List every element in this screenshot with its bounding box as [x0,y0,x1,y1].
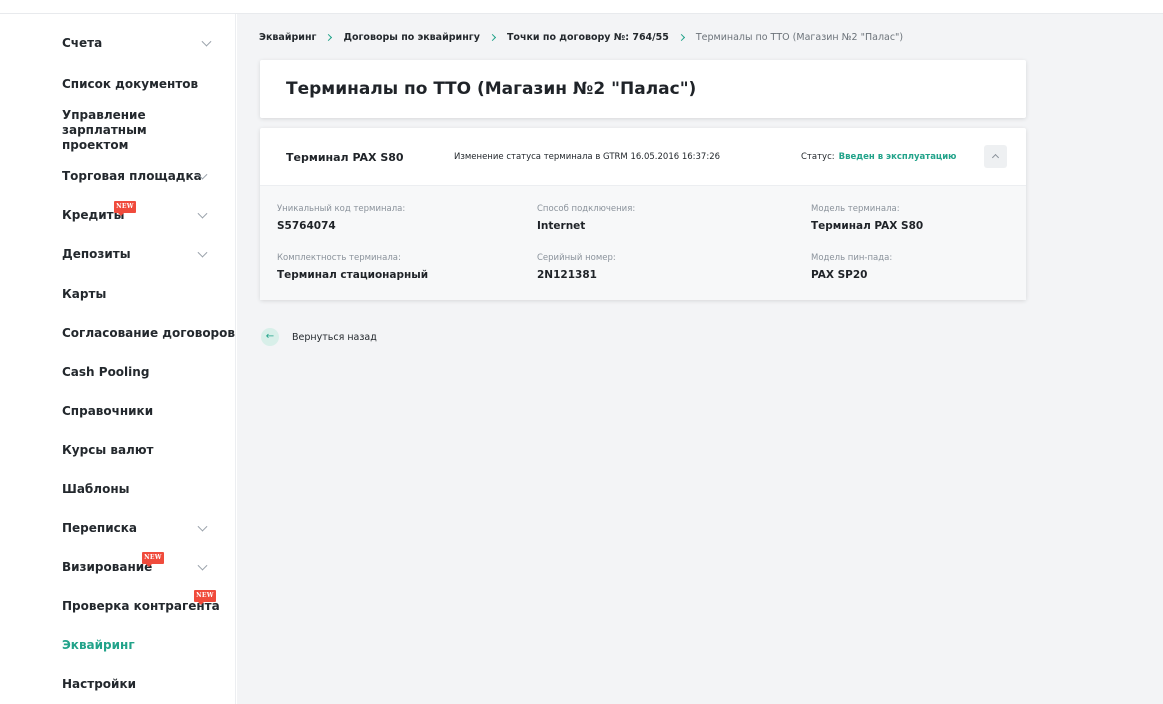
chevron-right-icon [488,33,496,41]
chevron-down-icon [197,560,208,571]
collapse-button[interactable] [984,145,1007,168]
chevron-right-icon [677,33,685,41]
sidebar-item-marketplace[interactable]: Торговая площадка [62,166,218,186]
main-content: Эквайринг Договоры по эквайрингу Точки п… [237,14,1163,704]
terminal-name: Терминал PAX S80 [286,151,404,164]
field-label: Уникальный код терминала: [277,204,406,214]
sidebar-item-documents[interactable]: Список документов [62,74,218,94]
chevron-up-icon [991,153,1000,162]
sidebar-item-label: Настройки [62,676,137,691]
terminal-status: Статус: Введен в эксплуатацию [801,152,956,162]
sidebar-item-accounts[interactable]: Счета [62,33,218,53]
arrow-left-icon[interactable]: ← [261,328,279,346]
sidebar-item-vizing[interactable]: Визирование NEW [62,552,218,577]
sidebar-item-templates[interactable]: Шаблоны [62,479,218,499]
new-badge: NEW [142,552,164,567]
breadcrumb-current: Терминалы по ТТО (Магазин №2 "Палас") [695,31,904,43]
sidebar-item-label: Переписка [62,520,137,535]
back-link[interactable]: ← Вернуться назад [261,328,377,346]
field-label: Способ подключения: [537,204,636,214]
terminal-details: Уникальный код терминала: S5764074 Спосо… [260,186,1026,300]
sidebar-item-cards[interactable]: Карты [62,284,218,304]
field-value: Терминал PAX S80 [811,220,924,232]
sidebar: Счета Список документов Управление зарпл… [0,14,236,704]
sidebar-item-counterparty-check[interactable]: Проверка контрагента NEW [62,590,220,616]
sidebar-item-label: Визирование [62,559,153,574]
sidebar-item-cash-pooling[interactable]: Cash Pooling [62,362,218,382]
sidebar-item-label: Карты [62,286,107,301]
sidebar-item-label: Торговая площадка [62,168,202,183]
new-badge: NEW [114,201,136,216]
sidebar-item-label: Шаблоны [62,481,130,496]
status-value: Введен в эксплуатацию [838,152,957,162]
sidebar-item-label: Эквайринг [62,637,135,652]
chevron-down-icon [201,36,212,47]
chevron-down-icon [197,521,208,532]
back-label[interactable]: Вернуться назад [292,332,377,343]
terminal-field-connection: Способ подключения: Internet [537,203,635,233]
sidebar-item-label: Список документов [62,76,199,91]
sidebar-item-exchange-rates[interactable]: Курсы валют [62,440,218,460]
field-label: Модель терминала: [811,204,900,214]
terminal-card: Терминал PAX S80 Изменение статуса терми… [260,128,1026,300]
breadcrumb-points[interactable]: Точки по договору №: 764/55 [507,32,669,43]
chevron-down-icon [197,208,208,219]
sidebar-item-correspondence[interactable]: Переписка [62,518,218,538]
page-title: Терминалы по ТТО (Магазин №2 "Палас") [286,79,697,99]
chevron-right-icon [325,33,333,41]
field-label: Серийный номер: [537,253,616,263]
field-label: Модель пин-пада: [811,253,893,263]
sidebar-item-label: Справочники [62,403,154,418]
sidebar-item-label: Курсы валют [62,442,154,457]
terminal-field-serial: Серийный номер: 2N121381 [537,252,616,282]
sidebar-item-label: Счета [62,35,103,50]
terminal-field-unique-code: Уникальный код терминала: S5764074 [277,203,405,233]
sidebar-item-label: Согласование договоров [62,325,235,340]
sidebar-item-label: Депозиты [62,246,131,261]
sidebar-item-label: Cash Pooling [62,364,150,379]
terminal-field-pinpad: Модель пин-пада: PAX SP20 [811,252,892,282]
page-title-card: Терминалы по ТТО (Магазин №2 "Палас") [260,60,1026,118]
field-value: PAX SP20 [811,269,868,281]
sidebar-item-acquiring[interactable]: Эквайринг [62,635,218,655]
new-badge: NEW [194,590,216,605]
sidebar-item-contract-approval[interactable]: Согласование договоров [62,323,235,343]
field-label: Комплектность терминала: [277,253,401,263]
breadcrumb-contracts[interactable]: Договоры по эквайрингу [343,32,479,43]
terminal-field-model: Модель терминала: Терминал PAX S80 [811,203,923,233]
field-value: S5764074 [277,220,336,232]
terminal-card-header: Терминал PAX S80 Изменение статуса терми… [260,128,1026,186]
sidebar-item-settings[interactable]: Настройки [62,674,218,694]
field-value: 2N121381 [537,269,597,281]
field-value: Терминал стационарный [277,269,429,281]
sidebar-item-deposits[interactable]: Депозиты [62,244,218,264]
sidebar-item-salary-project[interactable]: Управление зарплатным проектом [62,108,218,152]
breadcrumb-acquiring[interactable]: Эквайринг [259,32,316,43]
status-label: Статус: [801,152,835,162]
terminal-field-completeness: Комплектность терминала: Терминал стацио… [277,252,428,282]
breadcrumb: Эквайринг Договоры по эквайрингу Точки п… [259,30,903,44]
sidebar-item-credits[interactable]: Кредиты NEW [62,201,218,225]
status-change-info: Изменение статуса терминала в GTRM 16.05… [454,152,721,162]
field-value: Internet [537,220,586,232]
sidebar-item-directories[interactable]: Справочники [62,401,218,421]
chevron-down-icon [197,247,208,258]
sidebar-item-label: Управление зарплатным проектом [62,107,147,152]
